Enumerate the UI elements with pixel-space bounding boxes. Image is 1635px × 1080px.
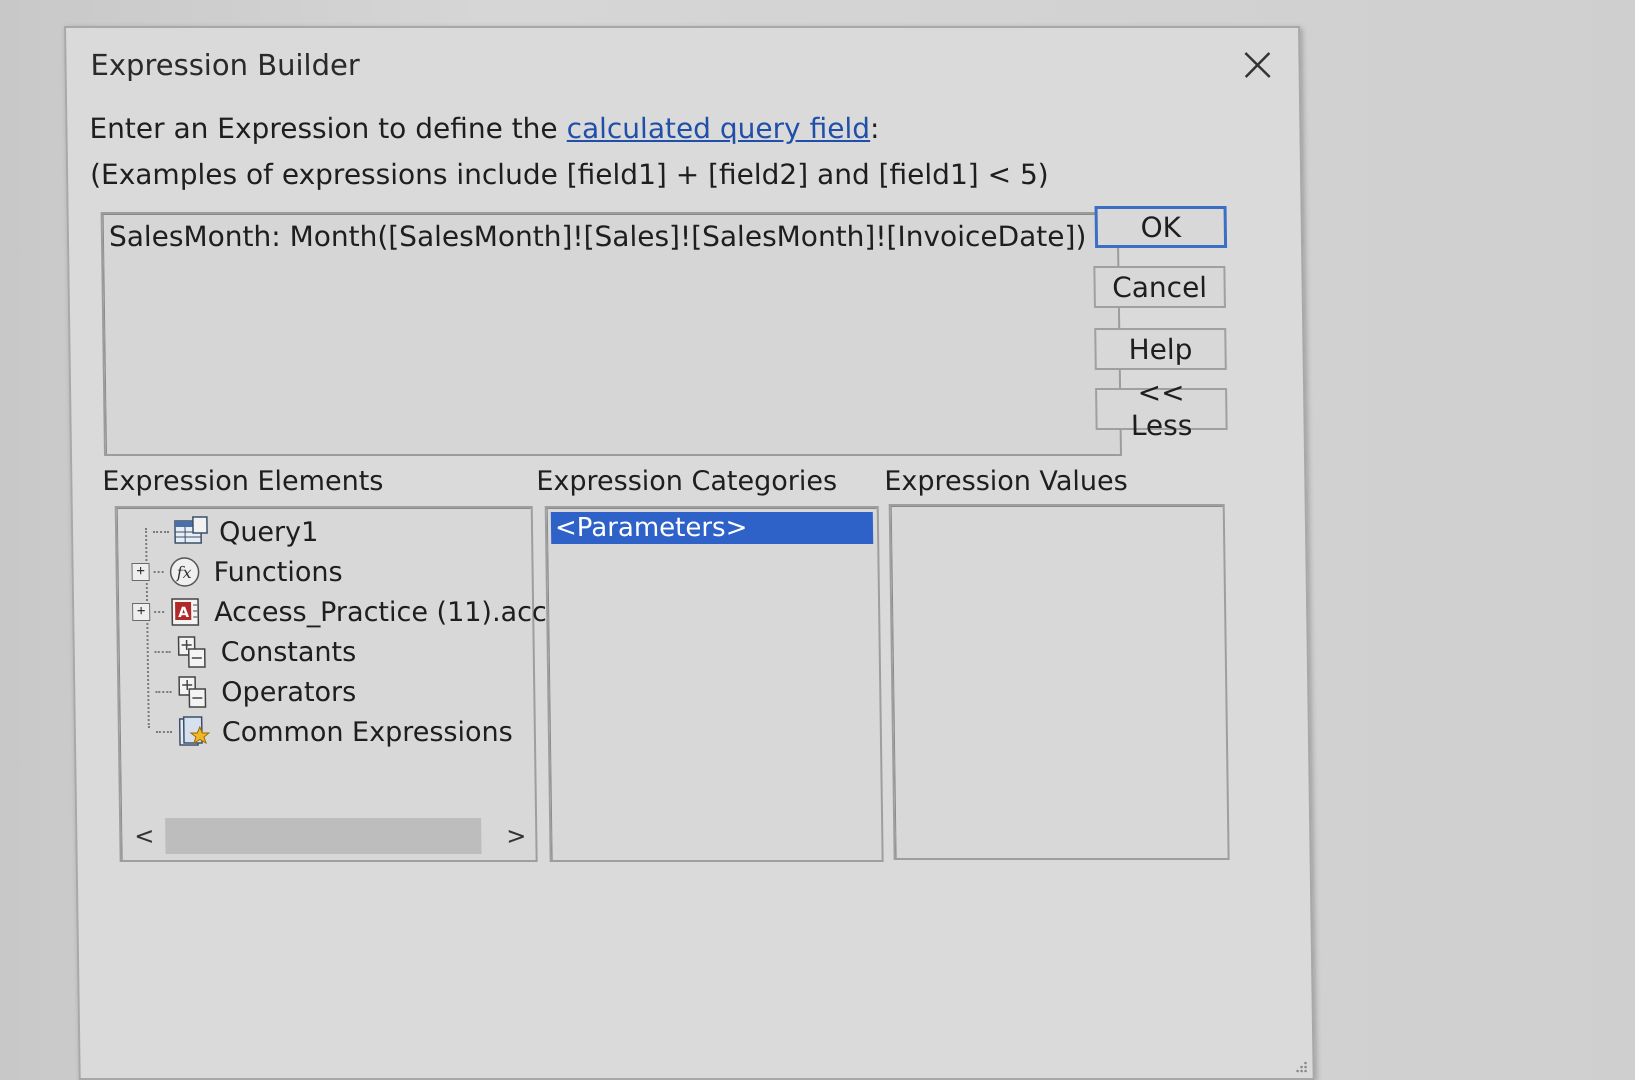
tree-item-label: Functions (213, 556, 343, 588)
calculated-query-field-link[interactable]: calculated query field (566, 112, 870, 145)
instruction-line: Enter an Expression to define the calcul… (89, 112, 879, 145)
help-button[interactable]: Help (1094, 328, 1227, 370)
expression-elements-tree[interactable]: Query1 + fx Functions + A Access_Practic… (114, 506, 564, 862)
horizontal-scrollbar[interactable]: < > (131, 818, 532, 854)
common-expressions-icon (178, 716, 211, 746)
tree-connector (153, 531, 170, 533)
tree-item-label: Query1 (218, 516, 319, 548)
tree-connector (153, 571, 164, 573)
scroll-right-icon[interactable]: > (503, 818, 530, 854)
access-database-icon: A (171, 598, 200, 626)
tree-item-label: Constants (220, 636, 357, 668)
expression-input[interactable]: SalesMonth: Month([SalesMonth]![Sales]![… (100, 212, 1123, 456)
scroll-left-icon[interactable]: < (131, 818, 158, 854)
constants-icon (177, 636, 206, 668)
svg-text:fx: fx (175, 563, 191, 582)
scrollbar-thumb[interactable] (165, 818, 482, 854)
expression-builder-dialog: Expression Builder Enter an Expression t… (64, 26, 1315, 1080)
tree-item-label: Operators (221, 676, 357, 708)
category-item-parameters[interactable]: <Parameters> (550, 512, 874, 544)
expression-elements-label: Expression Elements (102, 466, 384, 497)
tree-item-operators[interactable]: Operators (155, 674, 356, 710)
cancel-button[interactable]: Cancel (1093, 266, 1226, 308)
tree-item-common-expressions[interactable]: Common Expressions (155, 714, 513, 750)
tree-connector (155, 691, 172, 693)
close-icon[interactable] (1242, 50, 1272, 80)
function-icon: fx (169, 557, 200, 587)
tree-connector (154, 651, 171, 653)
instruction-prefix: Enter an Expression to define the (89, 112, 567, 145)
tree-item-label: Access_Practice (11).accd (213, 596, 565, 628)
expression-values-list[interactable] (888, 504, 1230, 860)
expand-plus-icon[interactable]: + (131, 563, 150, 581)
tree-item-access-database[interactable]: + A Access_Practice (11).accd (132, 594, 564, 630)
ok-button[interactable]: OK (1094, 206, 1228, 248)
less-button[interactable]: << Less (1095, 376, 1228, 442)
examples-text: (Examples of expressions include [field1… (89, 158, 1049, 191)
expand-plus-icon[interactable]: + (132, 603, 151, 621)
svg-text:A: A (178, 605, 189, 621)
tree-item-functions[interactable]: + fx Functions (131, 554, 343, 590)
query-icon (174, 516, 208, 544)
expression-categories-list[interactable]: <Parameters> (544, 506, 884, 862)
tree-connector (155, 731, 172, 733)
tree-item-query1[interactable]: Query1 (153, 514, 319, 550)
instruction-suffix: : (869, 112, 880, 145)
operators-icon (178, 676, 207, 708)
tree-item-constants[interactable]: Constants (154, 634, 356, 670)
expression-values-label: Expression Values (884, 466, 1128, 497)
expression-value[interactable]: SalesMonth: Month([SalesMonth]![Sales]![… (109, 220, 1087, 253)
dialog-title: Expression Builder (90, 48, 360, 82)
expression-categories-label: Expression Categories (536, 466, 838, 497)
resize-grip-icon[interactable] (1294, 1060, 1308, 1074)
tree-item-label: Common Expressions (221, 716, 513, 748)
tree-connector (154, 611, 165, 613)
